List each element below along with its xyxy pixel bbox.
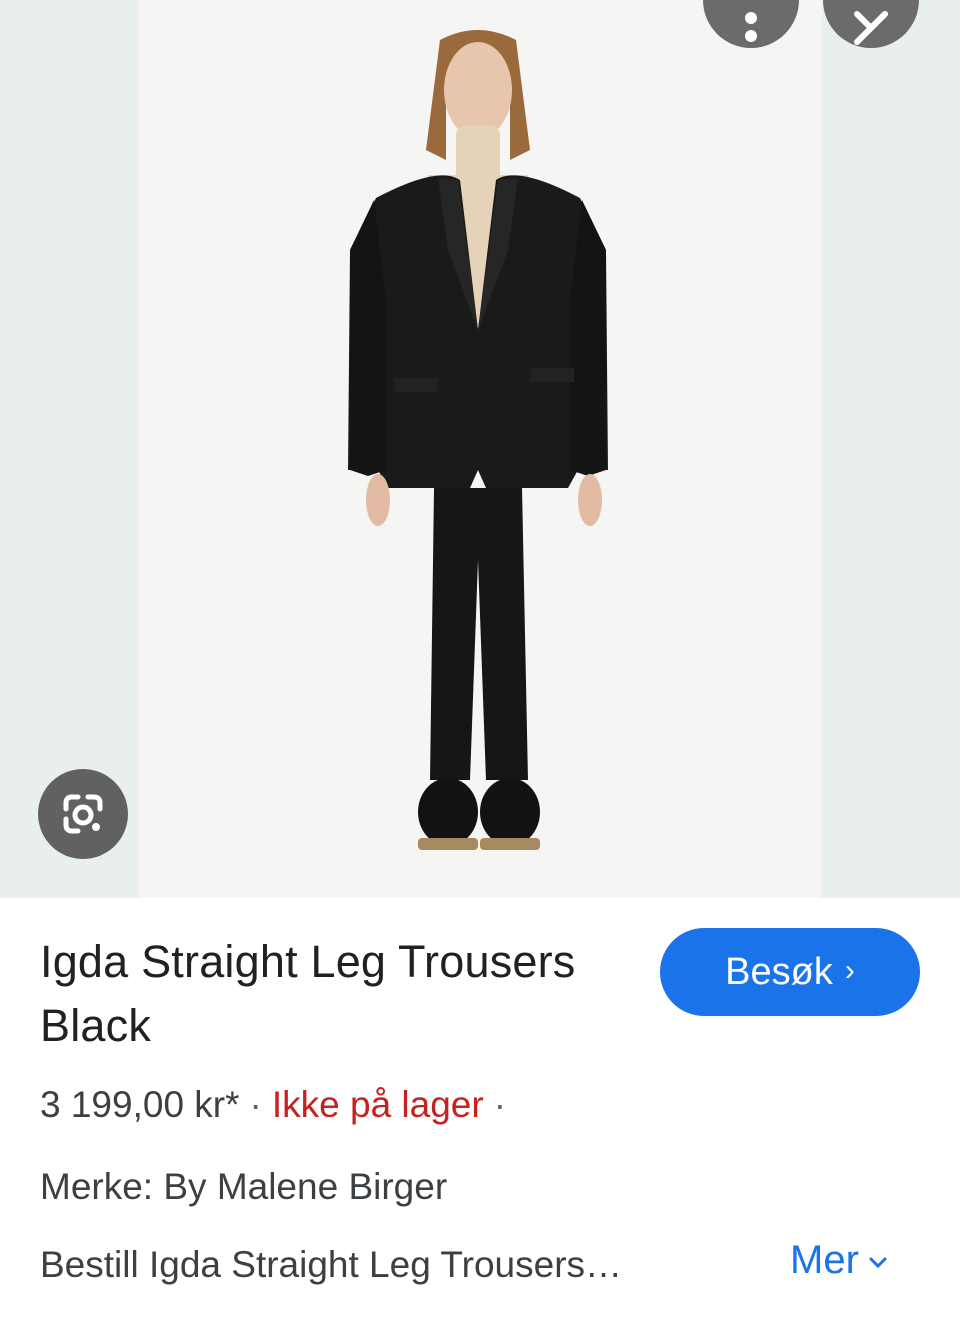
close-button[interactable] — [823, 0, 919, 48]
close-icon — [854, 11, 888, 45]
model-in-black-suit-illustration — [348, 30, 608, 850]
product-description: Bestill Igda Straight Leg Trousers… — [40, 1244, 623, 1285]
product-photo — [138, 0, 822, 898]
google-lens-button[interactable] — [38, 769, 128, 859]
separator-dot: · — [493, 1084, 507, 1125]
brand-line: Merke: By Malene Birger — [40, 1166, 448, 1207]
more-options-button[interactable] — [703, 0, 799, 48]
google-lens-icon — [63, 794, 103, 834]
more-vert-icon — [745, 12, 757, 42]
price: 3 199,00 kr* — [40, 1084, 240, 1125]
product-image-viewer[interactable] — [0, 0, 960, 898]
separator-dot: · — [249, 1084, 262, 1125]
product-info-panel: Igda Straight Leg Trousers Black Besøk ›… — [0, 898, 960, 1323]
chevron-right-icon: › — [844, 954, 855, 987]
availability-status: Ikke på lager — [271, 1084, 484, 1125]
product-title: Igda Straight Leg Trousers Black — [40, 936, 576, 1051]
more-link-label: Mer — [790, 1238, 859, 1282]
more-link[interactable]: Mer — [790, 1238, 887, 1283]
visit-button[interactable]: Besøk › — [660, 928, 920, 1016]
price-availability-row: 3 199,00 kr* · Ikke på lager · — [40, 1084, 516, 1126]
chevron-down-icon — [869, 1257, 887, 1268]
visit-button-label: Besøk — [725, 950, 833, 993]
